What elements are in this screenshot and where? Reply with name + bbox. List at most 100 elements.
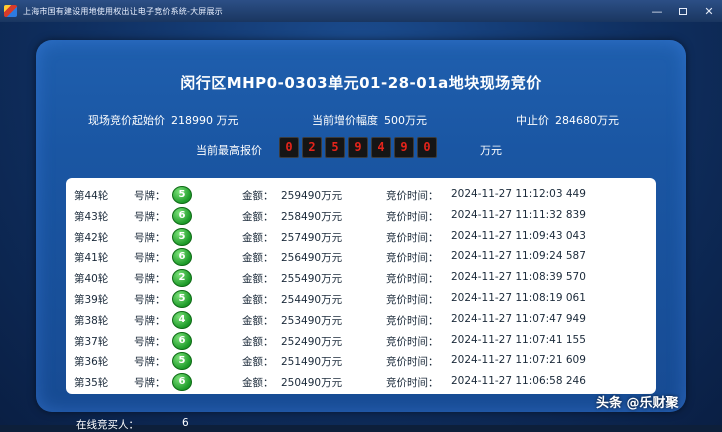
bid-amount: 256490万元: [281, 252, 343, 265]
amount-label: 金额：: [242, 377, 274, 390]
bid-history-list: 第44轮 号牌： 5 金额： 259490万元 竞价时间： 2024-11-27 11:12…: [66, 178, 656, 394]
paddle-label: 号牌：: [134, 377, 166, 390]
amount-label: 金额：: [242, 210, 274, 223]
bid-round: 第42轮: [74, 231, 109, 244]
bid-digit: 4: [371, 137, 391, 158]
bid-round: 第40轮: [74, 273, 109, 286]
bid-digit: 2: [302, 137, 322, 158]
bid-row: 第38轮 号牌： 4 金额： 253490万元 竞价时间： 2024-11-27 11:07…: [66, 309, 656, 330]
app-logo-icon: [4, 5, 17, 17]
bid-time: 2024-11-27 11:08:39 570: [451, 271, 586, 284]
bid-time-label: 竞价时间：: [386, 335, 439, 348]
bid-time: 2024-11-27 11:11:32 839: [451, 208, 586, 221]
bid-time-label: 竞价时间：: [386, 273, 439, 286]
paddle-label: 号牌：: [134, 294, 166, 306]
amount-label: 金额：: [242, 252, 274, 265]
bid-digit: 9: [348, 137, 368, 158]
bid-digit: 0: [279, 137, 299, 158]
bid-round: 第35轮: [74, 377, 109, 390]
bid-time: 2024-11-27 11:09:24 587: [451, 250, 586, 263]
bid-amount: 259490万元: [281, 190, 343, 202]
paddle-label: 号牌：: [134, 231, 166, 244]
bid-digit: 9: [394, 137, 414, 158]
bid-time-label: 竞价时间：: [386, 294, 439, 306]
start-price-value: 218990 万元: [171, 114, 239, 127]
bid-time: 2024-11-27 11:08:19 061: [451, 292, 586, 304]
bid-row: 第44轮 号牌： 5 金额： 259490万元 竞价时间： 2024-11-27 11:12…: [66, 184, 656, 205]
stop-price: 中止价 284680万元: [516, 112, 619, 128]
bid-row: 第37轮 号牌： 6 金额： 252490万元 竞价时间： 2024-11-27 11:07…: [66, 330, 656, 351]
bid-time: 2024-11-27 11:07:47 949: [451, 312, 586, 325]
bid-time: 2024-11-27 11:07:41 155: [451, 333, 586, 346]
bid-time-label: 竞价时间：: [386, 231, 439, 244]
bid-time-label: 竞价时间：: [386, 190, 439, 202]
paddle-label: 号牌：: [134, 356, 166, 369]
watermark: 头条 @乐财聚: [596, 396, 679, 411]
bid-time-label: 竞价时间：: [386, 356, 439, 369]
bid-digit: 5: [325, 137, 345, 158]
auction-panel: 闵行区MHP0-0303单元01-28-01a地块现场竞价 现场竞价起始价 218…: [36, 40, 686, 431]
paddle-number-badge: 6: [172, 331, 192, 350]
bid-row: 第43轮 号牌： 6 金额： 258490万元 竞价时间： 2024-11-27 11:11…: [66, 205, 656, 226]
maximize-icon: [679, 7, 687, 15]
bid-round: 第43轮: [74, 210, 109, 223]
bid-digit: 0: [417, 137, 437, 158]
bid-amount: 253490万元: [281, 314, 343, 327]
start-price: 现场竞价起始价 218990 万元: [88, 112, 239, 128]
paddle-label: 号牌：: [134, 190, 166, 202]
paddle-number-badge: 6: [172, 373, 192, 392]
bid-amount: 258490万元: [281, 210, 343, 223]
amount-label: 金额：: [242, 294, 274, 306]
bid-time: 2024-11-27 11:12:03 449: [451, 188, 586, 200]
bid-amount: 254490万元: [281, 294, 343, 306]
bid-time: 2024-11-27 11:09:43 043: [451, 229, 586, 242]
increment: 当前增价幅度 500万元: [312, 112, 427, 128]
amount-label: 金额：: [242, 231, 274, 244]
bid-amount: 257490万元: [281, 231, 343, 244]
paddle-number-badge: 5: [172, 227, 192, 246]
bid-round: 第36轮: [74, 356, 109, 369]
bid-time-label: 竞价时间：: [386, 377, 439, 390]
increment-label: 当前增价幅度: [312, 114, 378, 127]
bid-amount: 255490万元: [281, 273, 343, 286]
bid-round: 第44轮: [74, 190, 109, 202]
bid-time: 2024-11-27 11:06:58 246: [451, 375, 586, 388]
online-bidders-count: 6: [182, 417, 189, 429]
bid-amount: 251490万元: [281, 356, 343, 369]
bid-round: 第37轮: [74, 335, 109, 348]
paddle-label: 号牌：: [134, 252, 166, 265]
paddle-number-badge: 6: [172, 206, 192, 225]
paddle-number-badge: 5: [172, 290, 192, 308]
stop-price-label: 中止价: [516, 114, 549, 127]
highest-bid-label: 当前最高报价: [196, 144, 262, 157]
bid-amount: 252490万元: [281, 335, 343, 348]
bid-time: 2024-11-27 11:07:21 609: [451, 354, 586, 367]
maximize-button[interactable]: [670, 0, 696, 22]
paddle-number-badge: 5: [172, 352, 192, 371]
bid-round: 第39轮: [74, 294, 109, 306]
bid-round: 第41轮: [74, 252, 109, 265]
bid-time-label: 竞价时间：: [386, 252, 439, 265]
amount-label: 金额：: [242, 190, 274, 202]
highest-bid-display: 0259490: [279, 137, 437, 158]
start-price-label: 现场竞价起始价: [88, 114, 165, 127]
bid-row: 第39轮 号牌： 5 金额： 254490万元 竞价时间： 2024-11-27 11:08…: [66, 288, 656, 309]
bid-row: 第36轮 号牌： 5 金额： 251490万元 竞价时间： 2024-11-27 11:07…: [66, 350, 656, 371]
increment-value: 500万元: [384, 114, 427, 127]
paddle-number-badge: 4: [172, 310, 192, 329]
paddle-label: 号牌：: [134, 314, 166, 327]
paddle-label: 号牌：: [134, 335, 166, 348]
bid-time-label: 竞价时间：: [386, 210, 439, 223]
bid-row: 第35轮 号牌： 6 金额： 250490万元 竞价时间： 2024-11-27 11:06…: [66, 371, 656, 392]
paddle-number-badge: 2: [172, 269, 192, 288]
highest-bid-unit: 万元: [480, 144, 502, 157]
bid-row: 第41轮 号牌： 6 金额： 256490万元 竞价时间： 2024-11-27 11:09…: [66, 246, 656, 267]
close-button[interactable]: ✕: [696, 0, 722, 22]
bid-time-label: 竞价时间：: [386, 314, 439, 327]
auction-title: 闵行区MHP0-0303单元01-28-01a地块现场竞价: [180, 74, 542, 92]
stop-price-value: 284680万元: [555, 114, 619, 127]
minimize-button[interactable]: —: [644, 0, 670, 22]
paddle-label: 号牌：: [134, 210, 166, 223]
amount-label: 金额：: [242, 335, 274, 348]
window-titlebar: 上海市国有建设用地使用权出让电子竞价系统-大屏展示 — ✕: [0, 0, 722, 22]
